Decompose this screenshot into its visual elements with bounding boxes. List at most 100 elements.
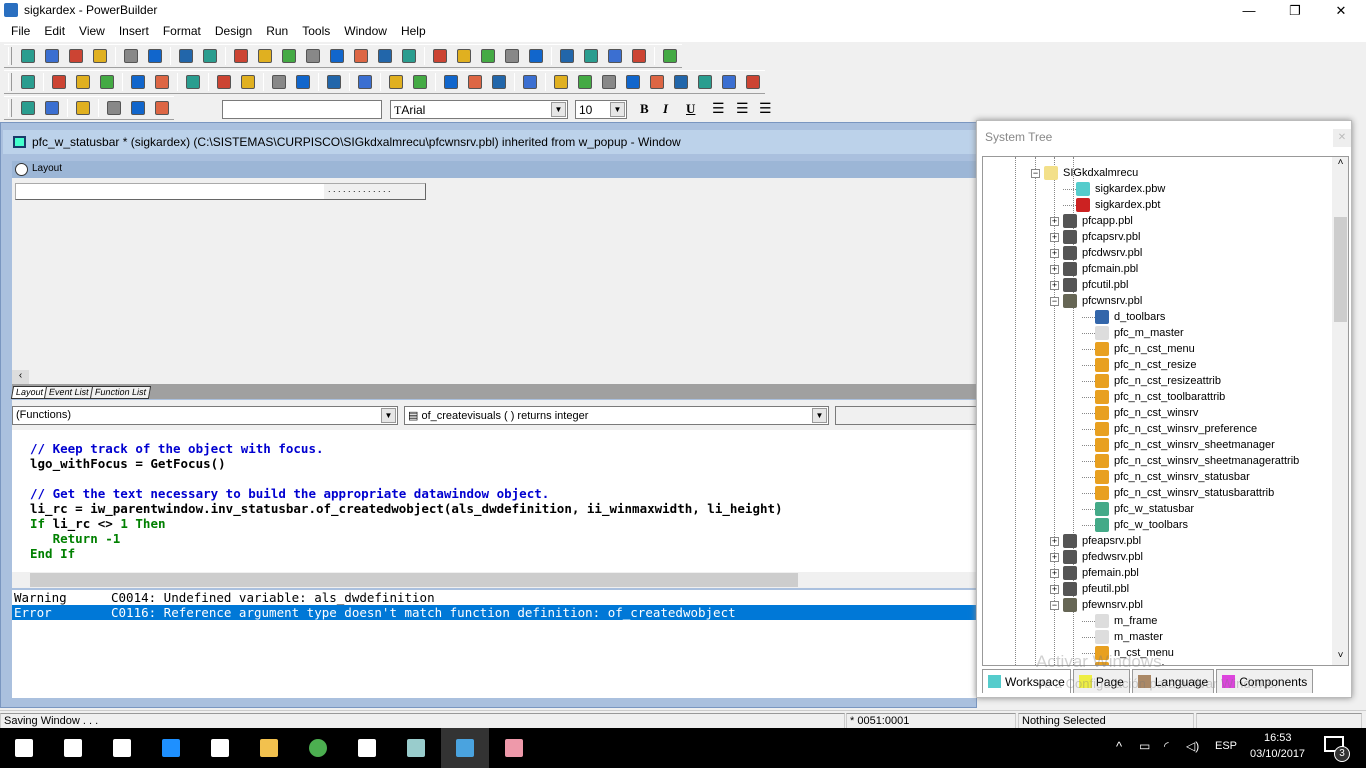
expand-icon[interactable]: + xyxy=(1050,280,1059,290)
layout-button[interactable] xyxy=(120,46,142,66)
menu-help[interactable]: Help xyxy=(394,21,433,42)
expand-icon[interactable]: + xyxy=(1050,216,1059,226)
paste-sql-button[interactable] xyxy=(574,72,596,92)
inherit-button[interactable] xyxy=(41,46,63,66)
maximize-button[interactable]: ❐ xyxy=(1272,0,1318,21)
database-button[interactable] xyxy=(374,46,396,66)
vertical-scrollbar[interactable]: ˄ ˅ xyxy=(1332,157,1348,665)
replace-button[interactable] xyxy=(488,72,510,92)
control-button[interactable] xyxy=(718,72,740,92)
profile-button[interactable] xyxy=(302,46,324,66)
close-icon[interactable]: ✕ xyxy=(1333,129,1351,147)
align-center-icon[interactable]: ☰ xyxy=(736,100,749,117)
font-size-combo[interactable]: 10 ▼ xyxy=(575,100,627,119)
object-dropdown[interactable]: (Functions) ▼ xyxy=(12,406,398,425)
align-left-icon[interactable]: ☰ xyxy=(712,100,725,117)
toolbar-grip[interactable] xyxy=(8,73,12,91)
menu-file[interactable]: File xyxy=(4,21,37,42)
preview-button[interactable] xyxy=(89,46,111,66)
scrollbar-thumb[interactable] xyxy=(30,573,798,587)
tree-item[interactable]: m_frame xyxy=(1082,613,1157,629)
paste-function-button[interactable] xyxy=(550,72,572,92)
save-button[interactable] xyxy=(17,72,39,92)
continue-button[interactable] xyxy=(628,46,650,66)
expand-icon[interactable]: + xyxy=(1050,232,1059,242)
cut-button[interactable] xyxy=(48,72,70,92)
show-hidden-icons[interactable]: ^ xyxy=(1116,739,1122,754)
object-button[interactable] xyxy=(254,46,276,66)
menu-format[interactable]: Format xyxy=(156,21,208,42)
photos-taskbar-button[interactable] xyxy=(343,728,391,768)
tree-item[interactable]: pfc_n_cst_resizeattrib xyxy=(1082,373,1221,389)
battery-icon[interactable]: ▭ xyxy=(1139,739,1150,753)
expand-icon[interactable]: + xyxy=(1050,264,1059,274)
tree-item[interactable]: pfc_n_cst_winsrv xyxy=(1082,405,1198,421)
task-view-taskbar-button[interactable] xyxy=(49,728,97,768)
tree-item[interactable]: sigkardex.pbt xyxy=(1063,197,1160,213)
tree-item[interactable]: pfc_n_cst_winsrv_preference xyxy=(1082,421,1257,437)
comment-button[interactable] xyxy=(385,72,407,92)
uncomment-button[interactable] xyxy=(409,72,431,92)
object-button[interactable] xyxy=(694,72,716,92)
copy-button[interactable] xyxy=(72,72,94,92)
tree-item[interactable]: sigkardex.pbw xyxy=(1063,181,1165,197)
script-button[interactable] xyxy=(213,72,235,92)
paste-button[interactable] xyxy=(96,72,118,92)
tree-item[interactable]: + pfeutil.pbl xyxy=(1050,581,1129,597)
scroll-up-icon[interactable]: ˄ xyxy=(1332,157,1348,173)
tree-item[interactable]: − SIGkdxalmrecu xyxy=(1031,165,1138,181)
properties-button[interactable] xyxy=(144,46,166,66)
debug-button[interactable] xyxy=(278,46,300,66)
volume-icon[interactable]: ◁) xyxy=(1186,739,1199,753)
tree-item[interactable]: pfc_n_cst_toolbarattrib xyxy=(1082,389,1225,405)
text-color-button[interactable] xyxy=(103,98,125,118)
tree-item[interactable]: + pfemain.pbl xyxy=(1050,565,1139,581)
chrome-taskbar-button[interactable] xyxy=(294,728,342,768)
expand-icon[interactable]: + xyxy=(1050,584,1059,594)
style-input[interactable] xyxy=(222,100,382,119)
tree-item[interactable]: m_master xyxy=(1082,629,1163,645)
app-taskbar-button[interactable] xyxy=(392,728,440,768)
send-back-button[interactable] xyxy=(41,98,63,118)
menu-run[interactable]: Run xyxy=(259,21,295,42)
tree-item[interactable]: + pfcapsrv.pbl xyxy=(1050,229,1141,245)
input-language[interactable]: ESP xyxy=(1215,740,1237,752)
run-to-button[interactable] xyxy=(604,46,626,66)
instance-var-button[interactable] xyxy=(670,72,692,92)
tree-item[interactable]: + pfeapsrv.pbl xyxy=(1050,533,1141,549)
open-button[interactable] xyxy=(65,46,87,66)
deploy-button[interactable] xyxy=(350,46,372,66)
tree-item[interactable]: pfc_w_toolbars xyxy=(1082,517,1188,533)
select-button[interactable] xyxy=(354,72,376,92)
powerbuilder-taskbar-button[interactable] xyxy=(441,728,489,768)
disabled-button[interactable] xyxy=(742,72,764,92)
tree-item[interactable]: + pfcdwsrv.pbl xyxy=(1050,245,1142,261)
scroll-left-icon[interactable]: ‹ xyxy=(12,370,29,384)
find-next-button[interactable] xyxy=(464,72,486,92)
menu-design[interactable]: Design xyxy=(208,21,259,42)
mail-taskbar-button[interactable] xyxy=(98,728,146,768)
tree-item[interactable]: pfc_n_cst_winsrv_sheetmanagerattrib xyxy=(1082,453,1299,469)
menu-tools[interactable]: Tools xyxy=(295,21,337,42)
toolbar-grip[interactable] xyxy=(8,47,12,65)
close-button[interactable] xyxy=(323,72,345,92)
step-out-button[interactable] xyxy=(501,46,523,66)
expand-icon[interactable]: + xyxy=(1050,552,1059,562)
find-button[interactable] xyxy=(440,72,462,92)
expand-icon[interactable]: + xyxy=(1050,568,1059,578)
collapse-icon[interactable]: − xyxy=(1050,296,1059,306)
paste-statement-button[interactable] xyxy=(598,72,620,92)
statusbar-preview[interactable]: . . . . . . . . . . . . . xyxy=(15,183,426,200)
message-row[interactable]: Warning C0014: Undefined variable: als_dw… xyxy=(12,590,977,605)
edge-taskbar-button[interactable] xyxy=(147,728,195,768)
tab-function-list[interactable]: Function List xyxy=(89,386,151,399)
undo-button[interactable] xyxy=(127,72,149,92)
tree-item[interactable]: − pfewnsrv.pbl xyxy=(1050,597,1143,613)
preview-button[interactable] xyxy=(292,72,314,92)
properties-button[interactable] xyxy=(237,72,259,92)
global-var-button[interactable] xyxy=(622,72,644,92)
chevron-down-icon[interactable]: ▼ xyxy=(610,102,625,117)
scrollbar-thumb[interactable] xyxy=(1334,217,1347,322)
font-combo[interactable]: TArial ▼ xyxy=(390,100,568,119)
paint-taskbar-button[interactable] xyxy=(490,728,538,768)
